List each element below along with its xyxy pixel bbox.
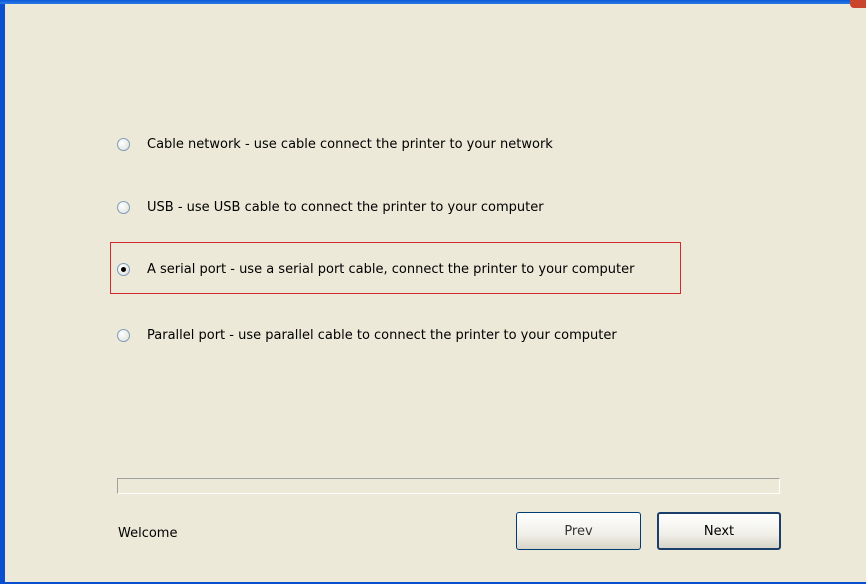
next-button[interactable]: Next	[657, 512, 781, 550]
option-cable-network[interactable]: Cable network - use cable connect the pr…	[117, 134, 553, 154]
radio-usb[interactable]	[117, 200, 130, 214]
status-text: Welcome	[118, 526, 178, 541]
option-parallel-port[interactable]: Parallel port - use parallel cable to co…	[117, 325, 617, 345]
option-serial-port-label: A serial port - use a serial port cable,…	[147, 261, 635, 277]
option-usb[interactable]: USB - use USB cable to connect the print…	[117, 197, 544, 217]
option-parallel-port-label: Parallel port - use parallel cable to co…	[147, 327, 617, 343]
close-button-corner[interactable]	[850, 0, 866, 8]
option-serial-port[interactable]: A serial port - use a serial port cable,…	[117, 259, 634, 279]
radio-cable-network[interactable]	[117, 137, 130, 151]
wizard-window: Cable network - use cable connect the pr…	[0, 0, 866, 584]
radio-parallel-port[interactable]	[117, 328, 130, 342]
window-left-border	[0, 4, 5, 584]
title-bar-edge	[0, 0, 866, 4]
radio-serial-port[interactable]	[117, 262, 130, 276]
option-cable-network-label: Cable network - use cable connect the pr…	[147, 136, 553, 152]
prev-button[interactable]: Prev	[516, 512, 641, 550]
progress-bar	[117, 478, 780, 494]
option-usb-label: USB - use USB cable to connect the print…	[147, 199, 544, 215]
